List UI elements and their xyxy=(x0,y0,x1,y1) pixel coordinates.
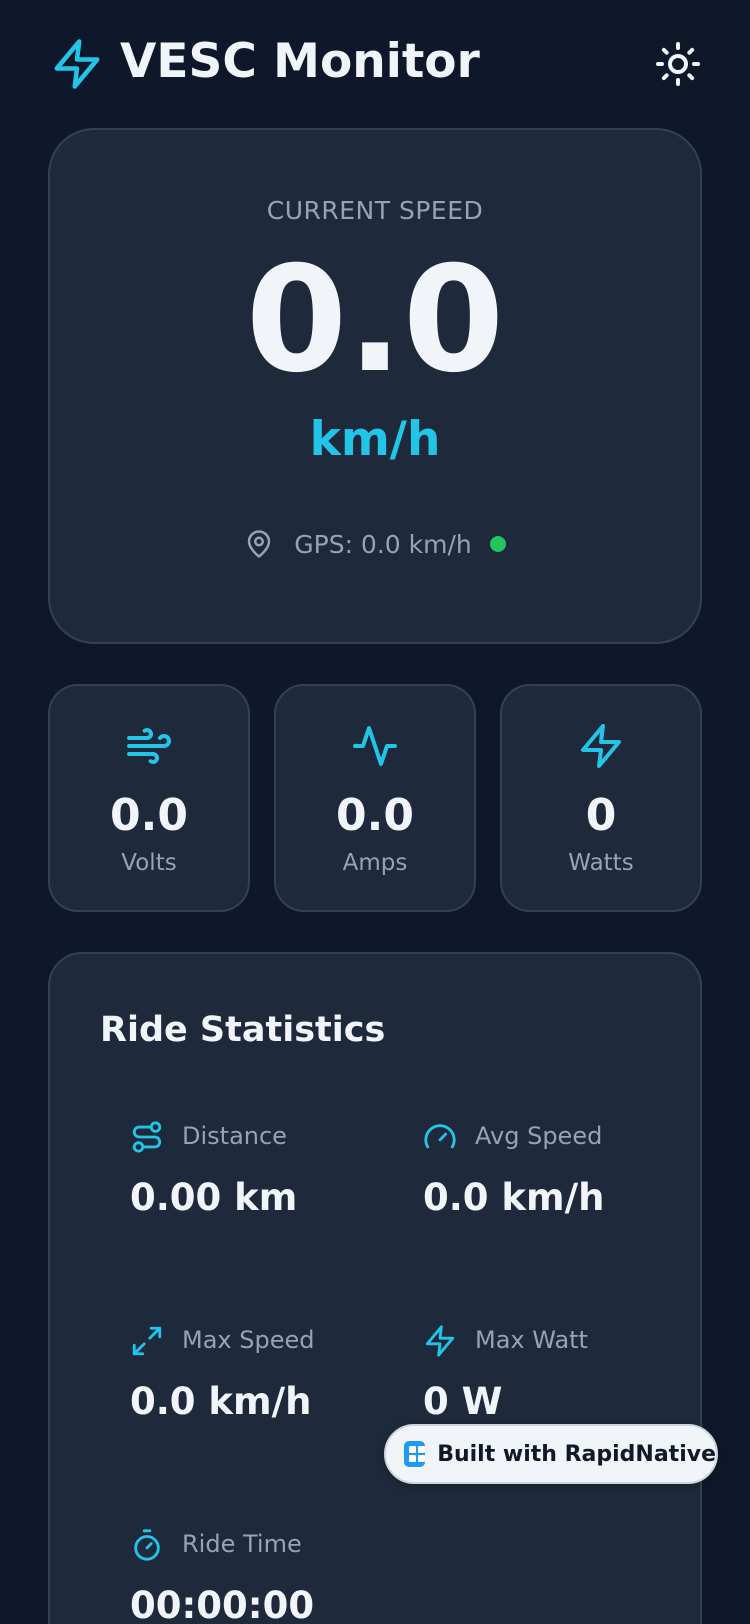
volts-label: Volts xyxy=(121,850,177,876)
stat-ride-time-label: Ride Time xyxy=(182,1530,302,1558)
gauge-icon xyxy=(424,1124,456,1149)
stat-ride-time: Ride Time 00:00:00 xyxy=(130,1528,410,1624)
stat-max-speed: Max Speed 0.0 km/h xyxy=(130,1324,410,1434)
stat-distance-label: Distance xyxy=(182,1122,287,1150)
speed-label: CURRENT SPEED xyxy=(266,196,484,225)
volts-value: 0.0 xyxy=(110,790,188,841)
zap-icon xyxy=(425,1325,455,1357)
stat-ride-time-value: 00:00:00 xyxy=(130,1584,315,1624)
maximize-icon xyxy=(132,1326,162,1356)
sun-icon xyxy=(656,42,700,86)
watts-value: 0 xyxy=(585,790,617,841)
amps-value: 0.0 xyxy=(336,790,414,841)
zap-icon xyxy=(581,724,621,768)
ride-statistics-card: Ride Statistics Distance 0.00 km Avg Spe… xyxy=(48,952,702,1624)
ride-statistics-title: Ride Statistics xyxy=(100,1010,386,1050)
wind-icon xyxy=(127,728,171,764)
watts-card: 0 Watts xyxy=(500,684,702,912)
stat-max-watt: Max Watt 0 W xyxy=(423,1324,703,1434)
app-title: VESC Monitor xyxy=(120,34,480,89)
header: VESC Monitor xyxy=(0,0,750,130)
gps-speed-text: GPS: 0.0 km/h xyxy=(294,529,472,559)
lightning-logo-icon xyxy=(54,39,100,89)
map-pin-icon xyxy=(248,530,271,558)
theme-toggle-button[interactable] xyxy=(652,38,704,90)
gps-row: GPS: 0.0 km/h xyxy=(0,524,750,564)
amps-label: Amps xyxy=(342,850,408,876)
activity-icon xyxy=(353,726,397,766)
stat-distance: Distance 0.00 km xyxy=(130,1120,410,1230)
speed-value: 0.0 xyxy=(245,235,505,405)
stat-max-watt-value: 0 W xyxy=(423,1380,503,1423)
gps-status-dot xyxy=(489,536,506,552)
timer-icon xyxy=(134,1529,160,1561)
built-with-text: Built with RapidNative xyxy=(437,1441,716,1467)
rapidnative-logo-icon xyxy=(404,1441,426,1467)
stat-max-speed-value: 0.0 km/h xyxy=(130,1380,312,1423)
stat-max-speed-label: Max Speed xyxy=(182,1326,315,1354)
watts-label: Watts xyxy=(568,850,634,876)
speed-unit: km/h xyxy=(309,412,441,467)
stat-distance-value: 0.00 km xyxy=(130,1176,298,1219)
volts-card: 0.0 Volts xyxy=(48,684,250,912)
stat-max-watt-label: Max Watt xyxy=(475,1326,588,1354)
route-icon xyxy=(132,1121,162,1153)
stat-avg-speed-value: 0.0 km/h xyxy=(423,1176,605,1219)
stat-avg-speed-label: Avg Speed xyxy=(475,1122,603,1150)
stat-avg-speed: Avg Speed 0.0 km/h xyxy=(423,1120,703,1230)
amps-card: 0.0 Amps xyxy=(274,684,476,912)
built-with-badge[interactable]: Built with RapidNative xyxy=(384,1424,718,1484)
app-screen: VESC Monitor CURRENT SPEED 0.0 km/h GPS:… xyxy=(0,0,750,1624)
